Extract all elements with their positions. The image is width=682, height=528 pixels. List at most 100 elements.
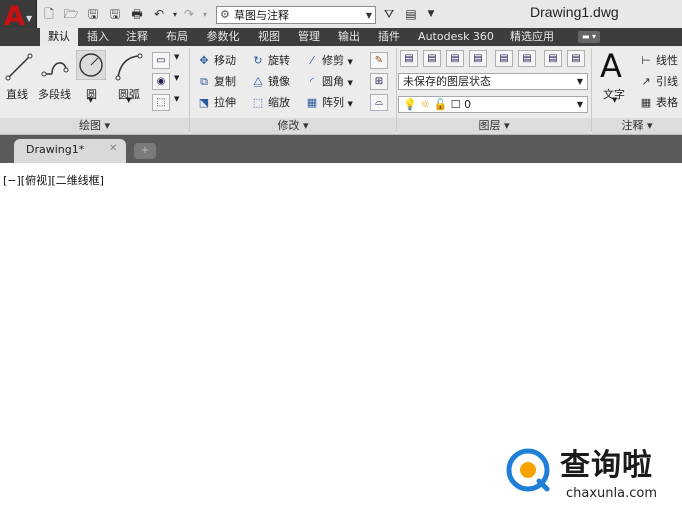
chevron-down-icon[interactable]: ▼ [612, 96, 617, 104]
line-label[interactable]: 直线 [6, 86, 28, 102]
open-folder-icon[interactable]: 🗁 [62, 6, 80, 23]
layer-off-icon[interactable]: ▤ [446, 50, 464, 67]
array-button[interactable]: ▦ 阵列 ▼ [304, 94, 353, 112]
arc-icon[interactable] [114, 52, 144, 82]
linear-dimension-button[interactable]: ⊢ 线性 [638, 52, 678, 70]
tab-output[interactable]: 输出 [330, 28, 368, 46]
layers-panel-title[interactable]: 图层 ▾ [397, 118, 591, 134]
mirror-icon: ⧋ [253, 75, 263, 88]
watermark-text: 查询啦 [560, 448, 653, 483]
redo-dropdown-icon[interactable]: ▾ [196, 6, 214, 23]
table-icon: ▦ [640, 96, 652, 109]
hatch-icon[interactable]: ◉ [152, 73, 170, 90]
chevron-down-icon: ▼ [365, 11, 372, 20]
workspace-selector[interactable]: ⚙ 草图与注释 ▼ [216, 6, 376, 24]
new-file-icon[interactable]: 🗋 [40, 6, 58, 23]
scale-button[interactable]: ⬚ 缩放 [250, 94, 290, 112]
gear-icon: ⚙ [220, 8, 230, 21]
chevron-down-icon[interactable]: ▼ [174, 95, 179, 103]
rotate-icon: ↻ [253, 54, 263, 67]
file-tab-label: Drawing1* [26, 143, 85, 156]
tab-view[interactable]: 视图 [250, 28, 288, 46]
layer-lock-icon[interactable]: ▤ [518, 50, 536, 67]
text-icon[interactable]: A [600, 48, 622, 84]
lightbulb-icon: 💡 [403, 98, 417, 111]
current-layer-combo[interactable]: 💡 ☼ 🔓 ☐ 0 ▼ [398, 96, 588, 113]
color-swatch-icon: ☐ [450, 98, 461, 111]
save-as-icon[interactable]: 🖫 [106, 6, 124, 23]
chevron-down-icon: ▼ [347, 58, 353, 66]
chevron-down-icon: ▼ [347, 79, 353, 87]
tab-manage[interactable]: 管理 [290, 28, 328, 46]
chevron-down-icon[interactable]: ▼ [126, 96, 131, 104]
close-icon[interactable]: ✕ [109, 143, 117, 154]
linear-dimension-icon: ⊢ [641, 54, 651, 67]
customize-dropdown-icon[interactable]: ▼ [422, 6, 440, 23]
line-icon[interactable] [4, 52, 34, 82]
workspace-name: 草图与注释 [234, 9, 289, 22]
move-icon: ✥ [199, 54, 209, 67]
erase-icon[interactable]: ✎ [370, 52, 388, 69]
polyline-label[interactable]: 多段线 [38, 86, 71, 102]
leader-icon: ↗ [641, 75, 651, 88]
fillet-icon: ◜ [309, 75, 315, 88]
boundary-icon[interactable]: ⬚ [152, 94, 170, 111]
viewport-controls-label[interactable]: [−][俯视][二维线框] [3, 172, 104, 188]
layer-previous-icon[interactable]: ▤ [567, 50, 585, 67]
tab-annotate[interactable]: 注释 [118, 28, 156, 46]
chevron-down-icon[interactable]: ▼ [174, 53, 179, 61]
fillet-button[interactable]: ◜ 圆角 ▼ [304, 73, 353, 91]
match-properties-icon[interactable]: ⛛ [380, 6, 398, 23]
rectangle-icon[interactable]: ▭ [152, 52, 170, 69]
circle-icon[interactable] [76, 50, 106, 80]
layer-state-icon[interactable]: ▤ [423, 50, 441, 67]
move-button[interactable]: ✥ 移动 [196, 52, 236, 70]
document-title: Drawing1.dwg [530, 4, 619, 20]
file-tab-drawing1[interactable]: Drawing1* ✕ [14, 139, 126, 163]
layer-match-icon[interactable]: ▤ [544, 50, 562, 67]
save-icon[interactable]: 🖫 [84, 6, 102, 23]
annotation-panel-title[interactable]: 注释 ▾ [592, 118, 682, 134]
layer-freeze-icon[interactable]: ▤ [495, 50, 513, 67]
chevron-down-icon: ▼ [26, 14, 33, 23]
explode-icon[interactable]: ⊞ [370, 73, 388, 90]
table-button[interactable]: ▦ 表格 [638, 94, 678, 112]
offset-icon[interactable]: ⌓ [370, 94, 388, 111]
modify-panel-title[interactable]: 修改 ▾ [190, 118, 396, 134]
layer-state-combo[interactable]: 未保存的图层状态 ▼ [398, 73, 588, 90]
sun-icon: ☼ [420, 98, 431, 111]
layer-properties-icon[interactable]: ▤ [402, 6, 420, 23]
new-drawing-tab-button[interactable]: + [134, 143, 156, 159]
polyline-icon[interactable] [40, 52, 70, 82]
minimize-ribbon-button[interactable]: ▬ ▾ [578, 31, 600, 43]
print-icon[interactable]: 🖶 [128, 6, 146, 23]
chevron-down-icon: ▼ [576, 100, 583, 109]
tab-parametric[interactable]: 参数化 [198, 28, 248, 46]
chevron-down-icon: ▼ [576, 77, 583, 86]
lock-icon: 🔓 [433, 98, 448, 111]
chevron-down-icon[interactable]: ▼ [88, 96, 93, 104]
copy-icon: ⧉ [200, 75, 208, 88]
stretch-icon: ⬔ [198, 96, 210, 109]
draw-panel-title[interactable]: 绘图 ▾ [0, 118, 189, 134]
chevron-down-icon: ▼ [347, 100, 353, 108]
scale-icon: ⬚ [252, 96, 264, 109]
watermark-url: chaxunla.com [566, 486, 657, 501]
tab-layout[interactable]: 布局 [158, 28, 196, 46]
copy-button[interactable]: ⧉ 复制 [196, 73, 236, 91]
leader-button[interactable]: ↗ 引线 [638, 73, 678, 91]
trim-button[interactable]: ⁄ 修剪 ▼ [304, 52, 353, 70]
trim-icon: ⁄ [311, 54, 313, 67]
tab-autodesk-360[interactable]: Autodesk 360 [412, 28, 500, 46]
mirror-button[interactable]: ⧋ 镜像 [250, 73, 290, 91]
stretch-button[interactable]: ⬔ 拉伸 [196, 94, 236, 112]
rotate-button[interactable]: ↻ 旋转 [250, 52, 290, 70]
chevron-down-icon[interactable]: ▼ [174, 74, 179, 82]
layer-properties-icon[interactable]: ▤ [400, 50, 418, 67]
tab-featured-apps[interactable]: 精选应用 [504, 28, 560, 46]
tab-insert[interactable]: 插入 [80, 28, 116, 46]
watermark-logo-icon [506, 448, 550, 492]
tab-default[interactable]: 默认 [40, 28, 78, 46]
layer-isolate-icon[interactable]: ▤ [469, 50, 487, 67]
tab-plugins[interactable]: 插件 [370, 28, 408, 46]
